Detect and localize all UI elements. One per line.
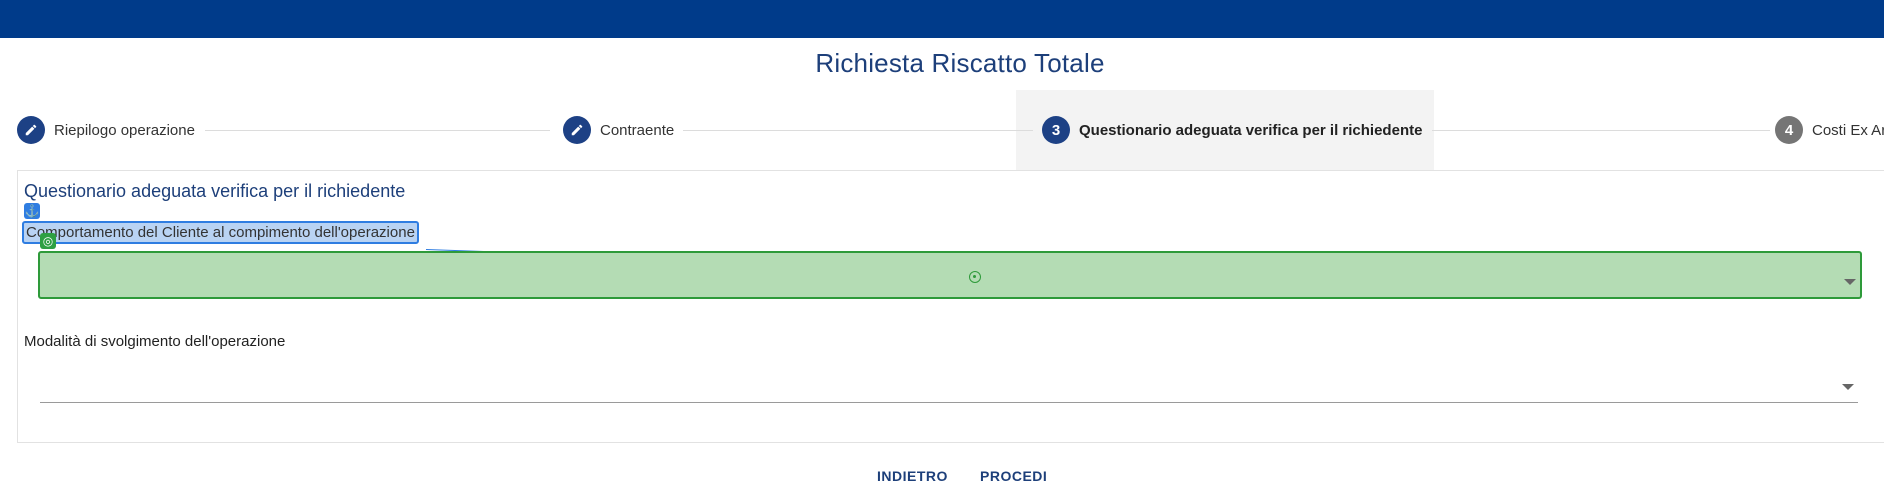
chevron-down-icon [1842,384,1854,390]
step-number: 3 [1042,116,1070,144]
step-connector [205,130,550,131]
anchor-icon: ⚓ [24,203,40,219]
back-button[interactable]: INDIETRO [877,468,948,484]
step-connector [683,130,1033,131]
crosshair-icon [969,271,981,283]
section-title: Questionario adeguata verifica per il ri… [24,181,406,201]
questionnaire-panel: Questionario adeguata verifica per il ri… [17,170,1884,443]
step-questionario[interactable]: 3 Questionario adeguata verifica per il … [1042,116,1423,144]
field-label-comportamento: Comportamento del Cliente al compimento … [22,221,419,244]
target-icon: ◎ [40,233,56,249]
proceed-button[interactable]: PROCEDI [980,468,1047,484]
select-modalita[interactable] [40,366,1858,403]
step-costi[interactable]: 4 Costi Ex Ar [1775,116,1884,144]
step-label: Riepilogo operazione [54,121,195,139]
step-number: 4 [1775,116,1803,144]
step-connector [1432,130,1770,131]
chevron-down-icon [1844,279,1856,285]
step-contraente[interactable]: Contraente [563,116,675,144]
field-label-modalita: Modalità di svolgimento dell'operazione [24,333,286,350]
step-label: Contraente [600,121,675,139]
page-title: Richiesta Riscatto Totale [815,48,1105,78]
select-comportamento[interactable] [38,251,1862,299]
step-label: Costi Ex Ar [1812,121,1884,139]
step-riepilogo[interactable]: Riepilogo operazione [17,116,195,144]
pencil-icon [17,116,45,144]
pencil-icon [563,116,591,144]
step-label: Questionario adeguata verifica per il ri… [1079,121,1423,139]
top-app-bar [0,0,1884,38]
stepper: Riepilogo operazione Contraente 3 Questi… [0,90,1884,170]
